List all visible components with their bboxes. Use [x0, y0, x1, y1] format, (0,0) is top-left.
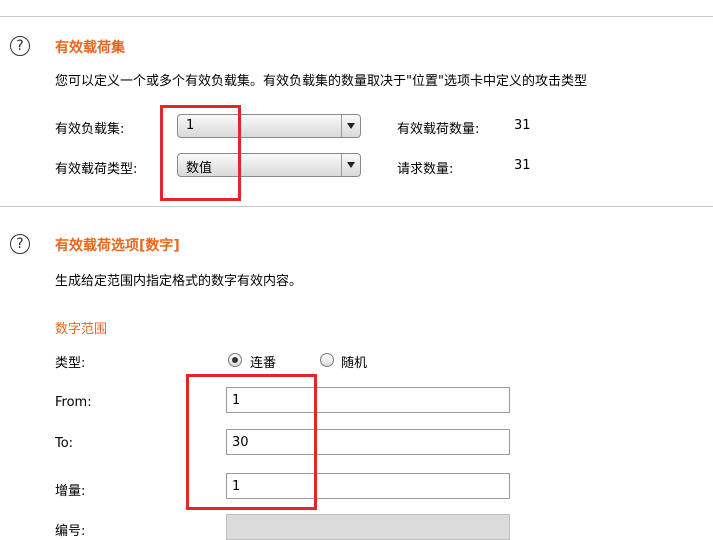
section-divider	[0, 206, 713, 207]
payload-sets-description: 您可以定义一个或多个有效负载集。有效负载集的数量取决于"位置"选项卡中定义的攻击…	[55, 74, 587, 89]
to-label: To:	[55, 436, 74, 451]
radio-random-label[interactable]: 随机	[341, 352, 367, 371]
request-count-label: 请求数量:	[397, 162, 454, 177]
chevron-down-icon[interactable]	[341, 154, 360, 176]
help-icon[interactable]: ?	[10, 36, 30, 56]
payload-options-description: 生成给定范围内指定格式的数字有效内容。	[55, 274, 303, 289]
how-many-input	[226, 514, 510, 540]
top-divider	[0, 16, 713, 17]
radio-random[interactable]	[320, 353, 334, 367]
radio-sequential[interactable]	[228, 353, 242, 367]
request-count-value: 31	[514, 158, 531, 173]
payload-sets-title: 有效载荷集	[55, 40, 125, 56]
payload-count-label: 有效载荷数量:	[397, 122, 480, 137]
payload-count-value: 31	[514, 118, 531, 133]
step-label: 增量:	[55, 484, 86, 499]
from-label: From:	[55, 395, 92, 410]
highlight-box	[186, 374, 317, 510]
radio-sequential-label[interactable]: 连番	[250, 352, 276, 371]
chevron-down-icon[interactable]	[341, 115, 360, 137]
how-many-label: 编号:	[55, 524, 86, 539]
payload-options-title: 有效载荷选项[数字]	[55, 238, 180, 254]
help-icon[interactable]: ?	[10, 234, 30, 254]
payload-type-label: 有效载荷类型:	[55, 162, 138, 177]
type-label: 类型:	[55, 356, 86, 371]
payload-set-label: 有效负载集:	[55, 122, 125, 137]
number-range-title: 数字范围	[55, 322, 108, 337]
highlight-box	[160, 105, 241, 201]
